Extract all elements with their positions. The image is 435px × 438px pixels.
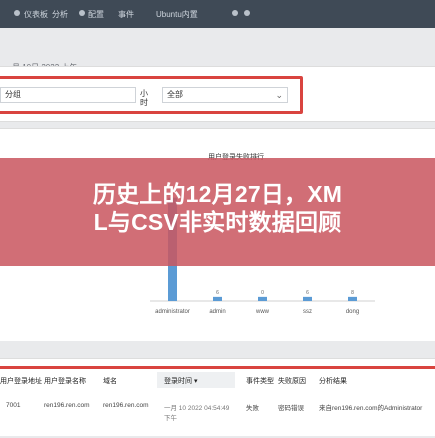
bar-label-admin: 6 [216,290,219,296]
scope-label: 小时 [140,89,148,107]
table-header-login-time[interactable]: 登录时间 ▾ [164,376,197,386]
headline-line-1: 历史上的12月27日，XM [92,181,343,207]
table-header-domain[interactable]: 域名 [103,376,117,386]
bar-ssz[interactable] [303,296,312,301]
dashboard-icon [14,10,20,16]
cell-failure-reason: 密码错误 [278,405,304,412]
app-title: Ubuntu内置 [156,10,198,19]
filter-highlight-box: 分组 小时 全部 ⌄ [0,76,303,114]
user-icon [232,10,238,16]
x-axis-labels: administrator admin www ssz dong [155,309,359,315]
top-navigation-bar: 仪表板 分析 配置 事件 Ubuntu内置 [0,0,435,28]
bar-label-dong: 8 [351,290,354,296]
x-tick-admin: admin [209,309,225,315]
bar-dong[interactable] [348,296,357,301]
cell-login-address: 7001 [6,402,21,409]
x-tick-www: www [255,309,270,315]
scope-select[interactable]: 全部 ⌄ [162,87,288,103]
headline-line-2: L与CSV非实时数据回顾 [93,209,342,235]
table-header-login-address[interactable]: 用户登录地址 [0,376,42,386]
table-header-login-name[interactable]: 用户登录名称 [44,376,86,386]
cell-event-type: 失败 [246,405,259,412]
cell-domain: ren196.ren.com [103,402,149,409]
notification-icon [244,10,250,16]
nav-item-analysis[interactable]: 分析 [52,9,68,20]
bar-www[interactable] [258,296,267,301]
table-header-analysis[interactable]: 分析结果 [319,376,347,386]
bar-admin[interactable] [213,296,222,301]
nav-item-events[interactable]: 事件 [118,9,134,20]
nav-item-settings[interactable]: 配置 [88,9,104,20]
group-field[interactable]: 分组 [0,87,136,103]
x-tick-ssz: ssz [303,309,312,315]
table-header-event-type[interactable]: 事件类型 [246,376,274,386]
x-tick-dong: dong [346,309,359,315]
nav-item-dashboard[interactable]: 仪表板 [24,9,48,20]
sort-down-icon: ▾ [192,378,198,385]
cell-login-name: ren196.ren.com [44,402,90,409]
bar-label-www: 0 [261,290,264,296]
table-header-failure-reason[interactable]: 失败原因 [278,376,306,386]
chevron-down-icon: ⌄ [275,90,283,100]
x-tick-administrator: administrator [155,309,190,315]
scope-value: 全部 [167,90,183,99]
bar-label-ssz: 6 [306,290,309,296]
headline-text: 历史上的12月27日，XM L与CSV非实时数据回顾 [0,180,435,236]
cell-login-time: 一月 10 2022 04:54:49 下午 [164,405,230,422]
cell-analysis: 来自ren196.ren.com的Administrator [319,405,423,412]
settings-icon [79,10,85,16]
